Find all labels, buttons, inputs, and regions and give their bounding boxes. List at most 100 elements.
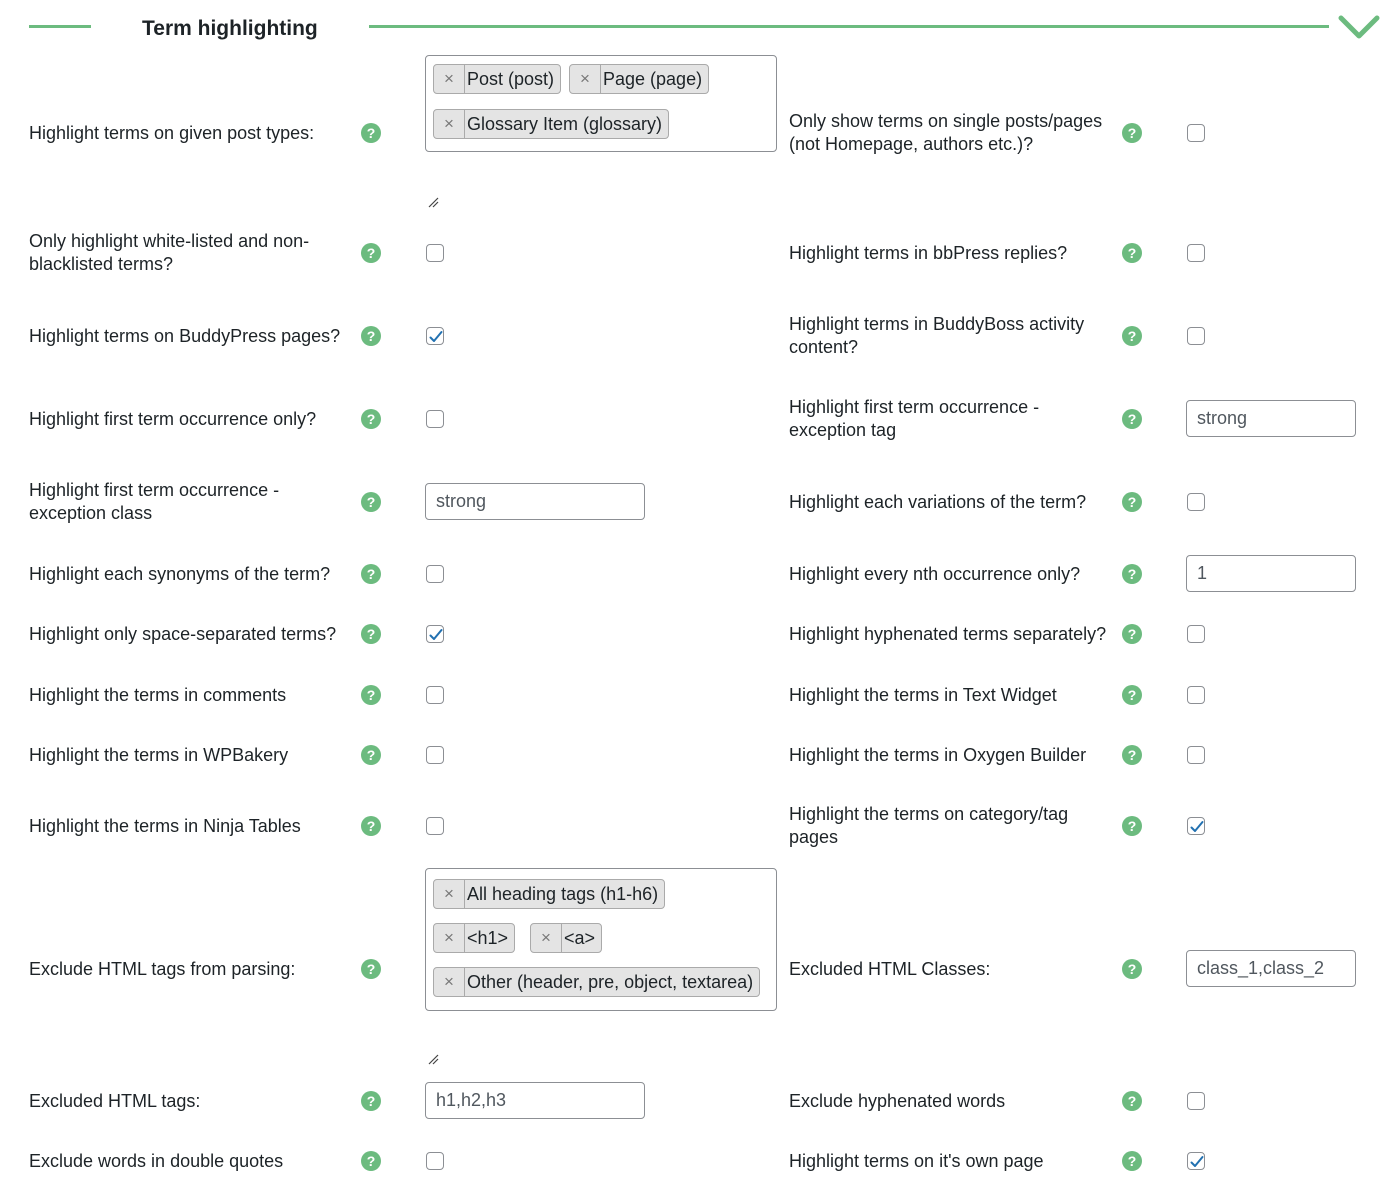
help-icon[interactable]: ?: [361, 1151, 381, 1171]
help-icon[interactable]: ?: [1122, 564, 1142, 584]
remove-tag-icon[interactable]: ×: [434, 968, 465, 996]
help-icon[interactable]: ?: [1122, 745, 1142, 765]
right-checkbox-7[interactable]: [1187, 686, 1205, 704]
left-label-6: Highlight only space-separated terms?: [29, 611, 349, 657]
left-label-1: Only highlight white-listed and non-blac…: [29, 230, 349, 276]
left-label-5: Highlight each synonyms of the term?: [29, 551, 349, 597]
right-label-6: Highlight hyphenated terms separately?: [789, 611, 1114, 657]
help-icon[interactable]: ?: [361, 816, 381, 836]
remove-tag-icon[interactable]: ×: [434, 880, 465, 908]
right-checkbox-4[interactable]: [1187, 493, 1205, 511]
setting-label: Excluded HTML Classes:: [789, 958, 991, 979]
help-icon[interactable]: ?: [1122, 1151, 1142, 1171]
help-icon[interactable]: ?: [1122, 123, 1142, 143]
remove-tag-icon[interactable]: ×: [434, 65, 465, 93]
right-label-8: Highlight the terms in Oxygen Builder: [789, 732, 1114, 778]
remove-tag-icon[interactable]: ×: [434, 110, 465, 138]
right-label-4: Highlight each variations of the term?: [789, 479, 1114, 525]
resize-handle-icon[interactable]: [427, 1052, 439, 1065]
right-checkbox-1[interactable]: [1187, 244, 1205, 262]
right-checkbox-12[interactable]: [1187, 1152, 1205, 1170]
remove-tag-icon[interactable]: ×: [570, 65, 601, 93]
post-types-multiselect[interactable]: × Post (post) × Page (page) × Glossary Item (…: [425, 55, 777, 152]
left-checkbox-6[interactable]: [426, 625, 444, 643]
right-checkbox-6[interactable]: [1187, 625, 1205, 643]
right-checkbox-0[interactable]: [1187, 124, 1205, 142]
selected-tag-chip: × Glossary Item (glossary): [433, 109, 670, 139]
right-checkbox-9[interactable]: [1187, 817, 1205, 835]
setting-label: Highlight the terms in Ninja Tables: [29, 815, 301, 836]
setting-label: Highlight the terms in Text Widget: [789, 684, 1057, 705]
left-checkbox-12[interactable]: [426, 1152, 444, 1170]
help-icon[interactable]: ?: [1122, 624, 1142, 644]
setting-label: Highlight each synonyms of the term?: [29, 563, 331, 584]
setting-label: Highlight terms on given post types:: [29, 122, 315, 143]
right-text-input-5[interactable]: 1: [1186, 555, 1356, 592]
help-icon[interactable]: ?: [361, 564, 381, 584]
left-checkbox-7[interactable]: [426, 686, 444, 704]
help-icon[interactable]: ?: [1122, 816, 1142, 836]
setting-label: Exclude HTML tags from parsing:: [29, 958, 296, 979]
resize-handle-icon[interactable]: [427, 195, 439, 208]
help-icon[interactable]: ?: [361, 326, 381, 346]
setting-label: Highlight first term occurrence - except…: [789, 397, 1040, 440]
help-icon[interactable]: ?: [361, 685, 381, 705]
input-value: h1,h2,h3: [436, 1090, 507, 1110]
right-text-input-10[interactable]: class_1,class_2: [1186, 950, 1356, 987]
help-icon[interactable]: ?: [361, 492, 381, 512]
right-label-2: Highlight terms in BuddyBoss activity co…: [789, 313, 1114, 359]
tag-label: All heading tags (h1-h6): [467, 883, 659, 904]
help-icon[interactable]: ?: [1122, 685, 1142, 705]
right-label-3: Highlight first term occurrence - except…: [789, 396, 1114, 442]
left-checkbox-1[interactable]: [426, 244, 444, 262]
setting-label: Only show terms on single posts/pages (n…: [789, 111, 1103, 154]
right-label-10: Excluded HTML Classes:: [789, 946, 1114, 992]
setting-label: Highlight each variations of the term?: [789, 491, 1087, 512]
help-icon[interactable]: ?: [1122, 243, 1142, 263]
exclude-tags-multiselect[interactable]: × All heading tags (h1-h6) × <h1> × <a> × Other…: [425, 868, 777, 1011]
help-icon[interactable]: ?: [1122, 959, 1142, 979]
setting-label: Highlight the terms in Oxygen Builder: [789, 744, 1087, 765]
help-icon[interactable]: ?: [361, 1091, 381, 1111]
help-icon[interactable]: ?: [1122, 326, 1142, 346]
left-checkbox-2[interactable]: [426, 327, 444, 345]
help-icon[interactable]: ?: [361, 745, 381, 765]
right-label-12: Highlight terms on it's own page: [789, 1138, 1114, 1184]
help-icon[interactable]: ?: [361, 959, 381, 979]
left-checkbox-9[interactable]: [426, 817, 444, 835]
right-checkbox-8[interactable]: [1187, 746, 1205, 764]
help-icon[interactable]: ?: [361, 409, 381, 429]
help-icon[interactable]: ?: [1122, 492, 1142, 512]
right-checkbox-11[interactable]: [1187, 1092, 1205, 1110]
chevron-down-icon[interactable]: [1338, 10, 1380, 44]
left-checkbox-8[interactable]: [426, 746, 444, 764]
setting-label: Highlight first term occurrence - except…: [29, 480, 280, 523]
right-label-11: Exclude hyphenated words: [789, 1078, 1114, 1124]
left-label-10: Exclude HTML tags from parsing:: [29, 946, 349, 992]
right-label-1: Highlight terms in bbPress replies?: [789, 230, 1114, 276]
help-icon[interactable]: ?: [361, 243, 381, 263]
selected-tag-chip: × Page (page): [569, 64, 710, 94]
right-checkbox-2[interactable]: [1187, 327, 1205, 345]
selected-tag-chip: × <h1>: [433, 923, 516, 953]
remove-tag-icon[interactable]: ×: [531, 924, 562, 952]
tag-label: Page (page): [603, 68, 703, 89]
setting-label: Excluded HTML tags:: [29, 1090, 201, 1111]
help-icon[interactable]: ?: [1122, 1091, 1142, 1111]
help-icon[interactable]: ?: [1122, 409, 1142, 429]
left-label-12: Exclude words in double quotes: [29, 1138, 349, 1184]
right-text-input-3[interactable]: strong: [1186, 400, 1356, 437]
left-checkbox-3[interactable]: [426, 410, 444, 428]
help-icon[interactable]: ?: [361, 123, 381, 143]
help-icon[interactable]: ?: [361, 624, 381, 644]
right-label-0: Only show terms on single posts/pages (n…: [789, 110, 1114, 156]
tag-label: <a>: [564, 927, 596, 948]
left-checkbox-5[interactable]: [426, 565, 444, 583]
left-label-2: Highlight terms on BuddyPress pages?: [29, 313, 349, 359]
right-label-7: Highlight the terms in Text Widget: [789, 672, 1114, 718]
left-text-input-4[interactable]: strong: [425, 483, 645, 520]
left-text-input-11[interactable]: h1,h2,h3: [425, 1082, 645, 1119]
remove-tag-icon[interactable]: ×: [434, 924, 465, 952]
left-label-0: Highlight terms on given post types:: [29, 110, 349, 156]
tag-label: Other (header, pre, object, textarea): [467, 971, 754, 992]
